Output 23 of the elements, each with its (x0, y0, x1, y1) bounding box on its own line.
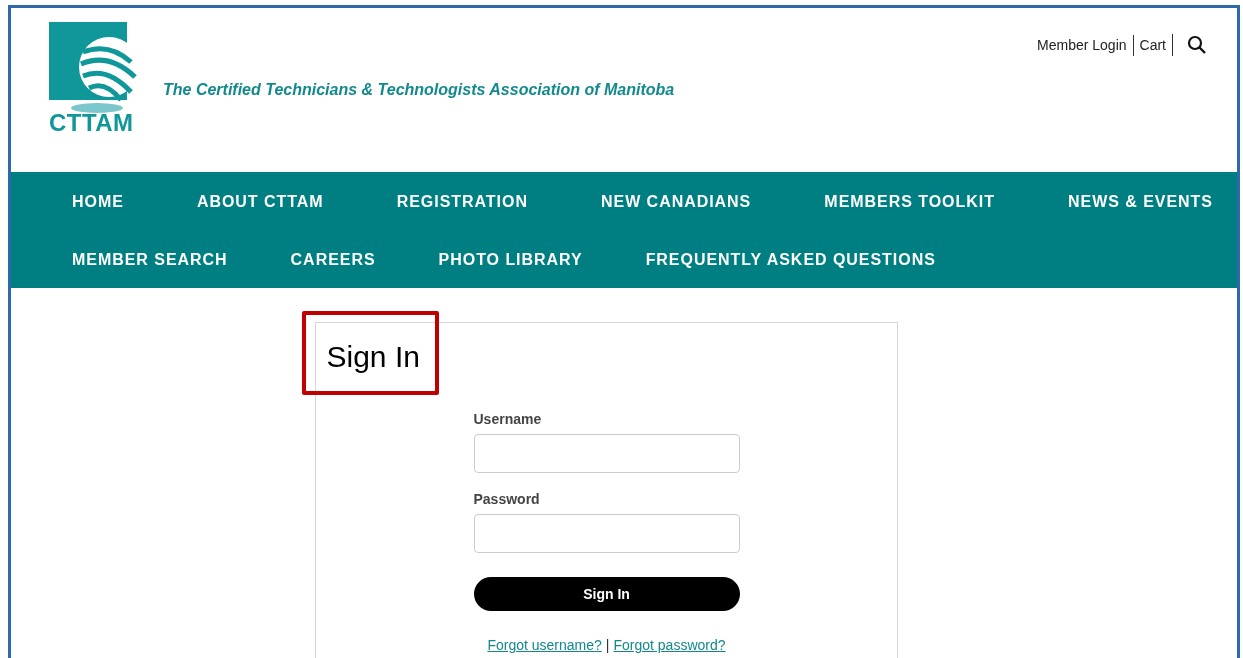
nav-link[interactable]: HOME (72, 190, 124, 212)
nav-link[interactable]: CAREERS (290, 248, 376, 270)
logo-text: CTTAM (49, 111, 134, 135)
utility-link[interactable]: Member Login (1031, 34, 1133, 56)
nav-link[interactable]: PHOTO LIBRARY (438, 248, 583, 270)
nav-link[interactable]: NEWS & EVENTS (1068, 190, 1213, 212)
field-label: Username (473, 410, 543, 429)
forgot-password-link[interactable]: Forgot password? (613, 635, 726, 656)
nav-link[interactable]: ABOUT CTTAM (196, 190, 324, 212)
nav-link[interactable]: REGISTRATION (396, 190, 528, 212)
input-field[interactable] (473, 434, 740, 473)
input-field[interactable] (473, 514, 740, 553)
nav-link[interactable]: FREQUENTLY ASKED QUESTIONS (645, 248, 936, 270)
nav-link[interactable]: MEMBER SEARCH (72, 248, 228, 270)
sign-in-button[interactable]: Sign In (473, 577, 740, 611)
forgot-username-link[interactable]: Forgot username? (487, 635, 602, 656)
tagline: The Certified Technicians & Technologists Association of Manitoba (163, 80, 675, 100)
nav-link[interactable]: MEMBERS TOOLKIT (824, 190, 995, 212)
nav-link[interactable]: NEW CANADIANS (601, 190, 752, 212)
sign-in-heading: Sign In (326, 339, 420, 375)
field-label: Password (473, 490, 541, 509)
link-separator: | (605, 636, 610, 655)
search-icon[interactable] (1187, 35, 1207, 55)
